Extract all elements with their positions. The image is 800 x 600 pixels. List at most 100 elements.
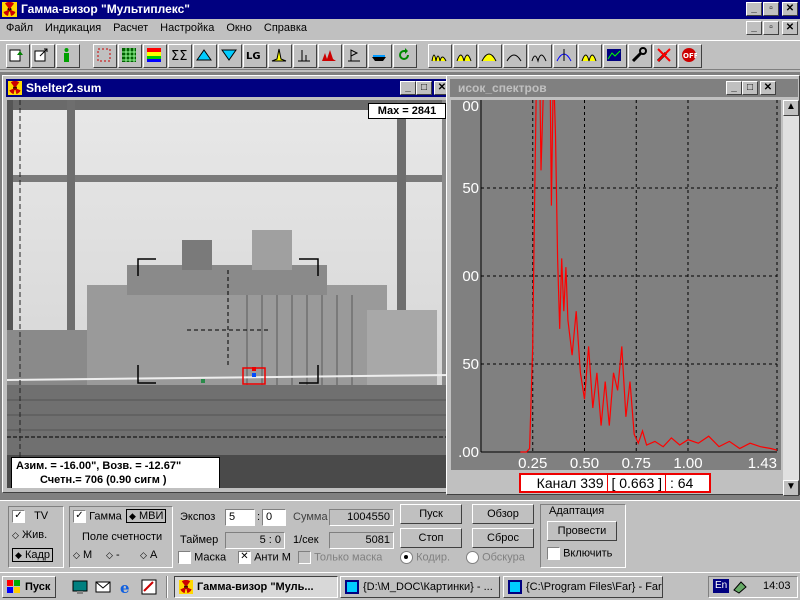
start-menu-button[interactable]: Пуск xyxy=(2,576,56,598)
start-menu-label: Пуск xyxy=(25,581,51,593)
task-pictures-folder[interactable]: {D:\M_DOC\Картинки} - ... xyxy=(340,576,500,598)
coding-option[interactable]: Кодир. xyxy=(400,551,450,564)
spectrum-view-3-icon[interactable] xyxy=(478,44,503,68)
close-button[interactable]: ✕ xyxy=(782,2,798,16)
tools-icon[interactable] xyxy=(628,44,653,68)
menu-settings[interactable]: Настройка xyxy=(154,19,220,37)
timer-value: 5 : 0 xyxy=(225,532,285,549)
enable-label: Включить xyxy=(563,547,613,560)
tools-off-icon[interactable] xyxy=(653,44,678,68)
lg-icon[interactable]: LG xyxy=(243,44,268,68)
peak-red-icon[interactable] xyxy=(318,44,343,68)
baseline-icon[interactable] xyxy=(293,44,318,68)
spectrum-maximize-button[interactable]: □ xyxy=(742,81,758,95)
tray-app-icon[interactable] xyxy=(733,580,747,594)
obscura-option[interactable]: Обскура xyxy=(466,551,525,564)
menu-help[interactable]: Справка xyxy=(258,19,313,37)
off-icon[interactable]: OFF xyxy=(678,44,703,68)
overview-button[interactable]: Обзор xyxy=(472,504,534,524)
only-mask-label: Только маска xyxy=(314,551,383,564)
quicklaunch-desktop-icon[interactable] xyxy=(72,579,88,595)
scroll-down-icon[interactable]: ▼ xyxy=(783,480,799,496)
menu-calculation[interactable]: Расчет xyxy=(107,19,154,37)
peak-yellow-icon[interactable] xyxy=(268,44,293,68)
radiation-icon[interactable] xyxy=(2,1,17,17)
menu-window[interactable]: Окно xyxy=(220,19,258,37)
frame-option[interactable]: ◆ Кадр xyxy=(12,548,54,562)
triangle-up-icon[interactable] xyxy=(193,44,218,68)
spectrum-view-6-icon[interactable] xyxy=(553,44,578,68)
spectrum-minimize-button[interactable]: _ xyxy=(726,81,742,95)
mask-checkbox[interactable] xyxy=(178,551,191,564)
camera-image[interactable]: Max = 2841 Азим. = -16.00", Возв. = -12.… xyxy=(7,100,451,488)
minus-option[interactable]: ◇ - xyxy=(106,549,120,561)
spectrum-view-4-icon[interactable] xyxy=(503,44,528,68)
image-maximize-button[interactable]: □ xyxy=(416,81,432,95)
svg-text:LG: LG xyxy=(246,51,261,62)
spectrum-plot-area[interactable]: 00 50 00 50 .00 0.25 0.50 0.75 1.00 1.43 xyxy=(451,0,781,472)
spectrum-scrollbar[interactable]: ▲ ▼ xyxy=(783,100,799,496)
chart-display-icon[interactable] xyxy=(603,44,628,68)
radiation-icon[interactable] xyxy=(8,80,22,95)
open-file-icon[interactable] xyxy=(6,44,30,68)
exposure-sec-field[interactable]: 0 xyxy=(262,509,286,526)
exposure-min-field[interactable]: 5 xyxy=(225,509,255,526)
quicklaunch-ie-icon[interactable]: e xyxy=(118,579,134,597)
x-tick-label: 0.75 xyxy=(622,455,651,470)
mdi-minimize-button[interactable]: _ xyxy=(746,21,762,35)
live-option[interactable]: ◇ Жив. xyxy=(12,529,47,541)
quicklaunch-outlook-icon[interactable] xyxy=(95,579,111,595)
only-mask-checkbox[interactable] xyxy=(298,551,311,564)
stop-button[interactable]: Стоп xyxy=(400,528,462,548)
language-indicator[interactable]: En xyxy=(713,579,730,593)
triangle-down-icon[interactable] xyxy=(218,44,243,68)
m-option[interactable]: ◇ М xyxy=(73,549,92,561)
grid-icon[interactable] xyxy=(118,44,143,68)
exposure-colon: : xyxy=(257,511,261,523)
restore-button[interactable]: ▫ xyxy=(763,2,779,16)
palette-icon[interactable] xyxy=(143,44,168,68)
minimize-button[interactable]: _ xyxy=(746,2,762,16)
quicklaunch-channels-icon[interactable] xyxy=(141,579,157,595)
task-gamma-vizor[interactable]: Гамма-визор "Муль... xyxy=(174,576,338,598)
mdi-restore-button[interactable]: ▫ xyxy=(763,21,779,35)
task-far-manager[interactable]: {C:\Program Files\Far} - Far xyxy=(503,576,663,598)
start-button[interactable]: Пуск xyxy=(400,504,462,524)
enable-option[interactable]: Включить xyxy=(547,547,612,560)
export-icon[interactable] xyxy=(31,44,55,68)
a-option[interactable]: ◇ А xyxy=(140,549,157,561)
spectrum-close-button[interactable]: ✕ xyxy=(760,81,776,95)
gamma-option[interactable]: ✓ Гамма xyxy=(73,510,122,523)
obscura-radio[interactable] xyxy=(466,551,479,564)
gamma-checkbox[interactable]: ✓ xyxy=(73,510,86,523)
spectrum-window: исок_спектров _ □ ✕ 00 50 00 50.00 0.25 0.50 0… xyxy=(446,0,800,496)
selection-frame-icon[interactable] xyxy=(93,44,118,68)
scroll-up-icon[interactable]: ▲ xyxy=(783,100,799,116)
tv-checkbox[interactable]: ✓ xyxy=(12,510,25,523)
timer-label: Таймер xyxy=(180,534,219,546)
perform-button[interactable]: Провести xyxy=(547,521,617,541)
tv-option[interactable]: ✓ TV xyxy=(12,510,48,523)
spectrum-view-1-icon[interactable] xyxy=(428,44,453,68)
antimask-option[interactable]: ✕ Анти М xyxy=(238,551,291,564)
sum-icon[interactable]: ΣΣ xyxy=(168,44,193,68)
reset-button[interactable]: Сброс xyxy=(472,528,534,548)
mask-option[interactable]: Маска xyxy=(178,551,226,564)
enable-checkbox[interactable] xyxy=(547,547,560,560)
marker-icon[interactable] xyxy=(343,44,368,68)
info-icon[interactable] xyxy=(56,44,80,68)
boat-icon[interactable] xyxy=(368,44,393,68)
menu-file[interactable]: Файл xyxy=(0,19,39,37)
antimask-checkbox[interactable]: ✕ xyxy=(238,551,251,564)
coding-radio[interactable] xyxy=(400,551,413,564)
spectrum-view-2-icon[interactable] xyxy=(453,44,478,68)
system-tray: En 14:03 xyxy=(708,576,798,598)
mdi-close-button[interactable]: ✕ xyxy=(782,21,798,35)
spectrum-view-5-icon[interactable] xyxy=(528,44,553,68)
image-minimize-button[interactable]: _ xyxy=(400,81,416,95)
menu-display[interactable]: Индикация xyxy=(39,19,107,37)
only-mask-option[interactable]: Только маска xyxy=(298,551,382,564)
spectrum-view-7-icon[interactable] xyxy=(578,44,603,68)
mvi-option[interactable]: ◆ МВИ xyxy=(126,509,167,523)
refresh-icon[interactable] xyxy=(393,44,418,68)
